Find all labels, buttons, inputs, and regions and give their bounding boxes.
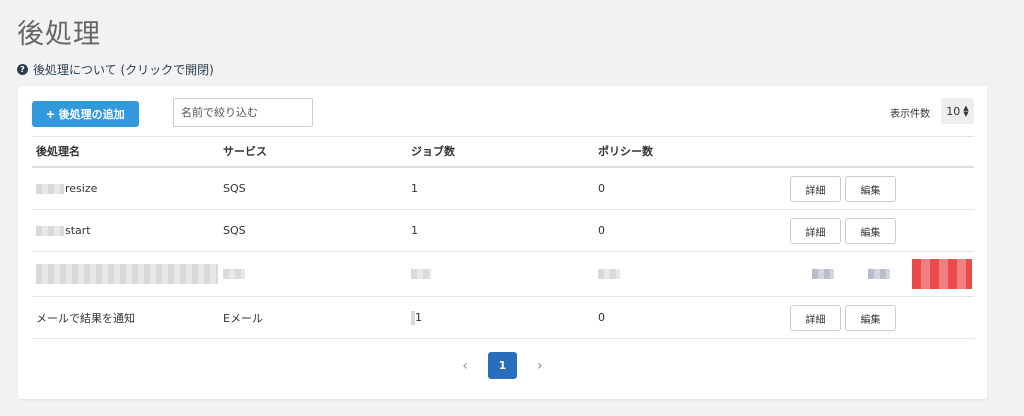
redacted-block <box>812 269 834 279</box>
redacted-delete-button[interactable] <box>912 252 972 296</box>
row-service: SQS <box>223 224 246 237</box>
row-name: start <box>65 224 91 237</box>
cell-name: start <box>36 210 91 251</box>
table-row-redacted <box>32 252 974 297</box>
detail-button[interactable]: 詳細 <box>790 218 841 244</box>
table-row: resize SQS 1 0 詳細 編集 <box>32 168 974 210</box>
cell-policies <box>598 252 620 296</box>
redacted-edit-button[interactable] <box>868 252 890 296</box>
add-post-process-button[interactable]: + 後処理の追加 <box>32 101 139 127</box>
cell-jobs <box>411 252 431 296</box>
redacted-block <box>36 225 64 236</box>
cell-name: resize <box>36 168 97 209</box>
detail-button[interactable]: 詳細 <box>790 305 841 331</box>
redacted-block <box>223 269 245 279</box>
plus-icon: + <box>46 106 55 122</box>
cell-name <box>36 252 218 296</box>
pagination: ‹ 1 › <box>18 352 987 379</box>
row-service: SQS <box>223 182 246 195</box>
chevron-right-icon[interactable]: › <box>537 358 543 374</box>
edit-button[interactable]: 編集 <box>845 305 896 331</box>
header-service[interactable]: サービス <box>223 137 267 167</box>
row-jobs: 1 <box>411 224 418 237</box>
post-process-table: 後処理名 サービス ジョブ数 ポリシー数 resize SQS 1 0 詳細 編… <box>32 136 974 339</box>
table-row: start SQS 1 0 詳細 編集 <box>32 210 974 252</box>
row-name: メールで結果を通知 <box>36 311 135 325</box>
question-circle-icon: ? <box>17 64 28 75</box>
row-jobs: 1 <box>411 182 418 195</box>
redacted-block <box>36 264 218 284</box>
redacted-block <box>598 269 620 279</box>
page-title: 後処理 <box>17 19 101 50</box>
header-name[interactable]: 後処理名 <box>36 137 80 167</box>
help-toggle-label: 後処理について (クリックで開閉) <box>33 63 214 77</box>
page-button-current[interactable]: 1 <box>488 352 517 379</box>
row-policies: 0 <box>598 182 605 195</box>
row-policies: 0 <box>598 311 605 324</box>
row-name: resize <box>65 182 98 195</box>
edit-button[interactable]: 編集 <box>845 218 896 244</box>
row-policies: 0 <box>598 224 605 237</box>
redacted-block <box>411 269 431 279</box>
chevron-left-icon[interactable]: ‹ <box>462 358 468 374</box>
header-jobs[interactable]: ジョブ数 <box>411 137 455 167</box>
table-header: 後処理名 サービス ジョブ数 ポリシー数 <box>32 136 974 168</box>
cell-jobs: 1 <box>411 297 422 338</box>
redacted-block <box>868 269 890 279</box>
redacted-block <box>36 183 64 194</box>
name-filter-input[interactable] <box>173 98 313 127</box>
table-row: メールで結果を通知 Eメール 1 0 詳細 編集 <box>32 297 974 339</box>
redacted-detail-button[interactable] <box>812 252 834 296</box>
edit-button[interactable]: 編集 <box>845 176 896 202</box>
cell-service <box>223 252 245 296</box>
detail-button[interactable]: 詳細 <box>790 176 841 202</box>
row-jobs: 1 <box>415 311 422 324</box>
per-page-select[interactable]: 10 ▲ ▼ <box>941 98 974 124</box>
post-process-panel: + 後処理の追加 表示件数 10 ▲▼ 後処理名 サービス ジョブ数 ポリシー数… <box>18 86 987 399</box>
sort-arrows-icon: ▲ ▼ <box>963 104 969 118</box>
per-page-value: 10 <box>946 104 961 118</box>
row-service: Eメール <box>223 311 263 325</box>
add-post-process-label: 後処理の追加 <box>58 109 125 121</box>
header-policies[interactable]: ポリシー数 <box>598 137 653 167</box>
help-toggle-link[interactable]: ? 後処理について (クリックで開閉) <box>17 61 214 78</box>
redacted-block <box>912 259 972 289</box>
per-page-label: 表示件数 <box>890 109 930 120</box>
